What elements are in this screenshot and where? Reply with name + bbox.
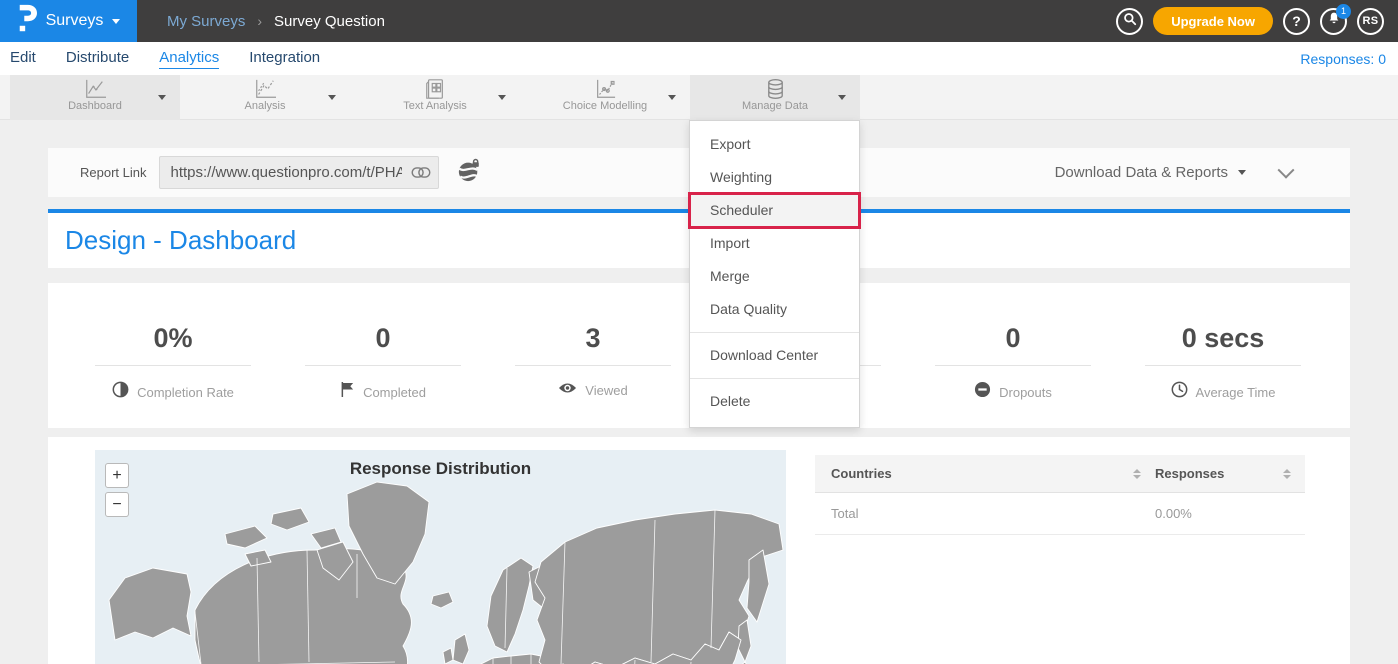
account-avatar[interactable]: RS: [1357, 8, 1384, 35]
menu-item-import[interactable]: Import: [690, 227, 859, 260]
flag-icon: [340, 381, 355, 403]
question-mark-icon: ?: [1292, 13, 1301, 29]
responses-count: Responses: 0: [1300, 51, 1386, 67]
menu-item-merge[interactable]: Merge: [690, 260, 859, 293]
report-link-label: Report Link: [80, 165, 146, 180]
chevron-down-icon: [1238, 170, 1246, 175]
menu-item-delete[interactable]: Delete: [690, 385, 859, 418]
tab-dashboard[interactable]: Dashboard: [10, 75, 180, 120]
stat-completion-rate: 0% Completion Rate: [68, 283, 278, 428]
chevron-down-icon: [112, 19, 120, 24]
map-zoom-in-button[interactable]: +: [105, 463, 129, 488]
header-actions: Upgrade Now ? 1 RS: [1116, 7, 1398, 35]
menu-divider: [690, 378, 859, 379]
tab-text-analysis[interactable]: Text Analysis: [350, 75, 520, 120]
manage-data-dropdown: Export Weighting Scheduler Import Merge …: [689, 120, 860, 428]
top-header: Surveys My Surveys › Survey Question Upg…: [0, 0, 1398, 42]
link-icon[interactable]: [411, 166, 431, 184]
chevron-down-icon[interactable]: [158, 95, 166, 100]
nav-item-edit[interactable]: Edit: [10, 49, 36, 68]
nav-item-integration[interactable]: Integration: [249, 49, 320, 68]
response-distribution-map[interactable]: Response Distribution + −: [95, 450, 786, 664]
column-header-countries[interactable]: Countries: [815, 466, 1155, 481]
tab-choice-modelling[interactable]: Choice Modelling: [520, 75, 690, 120]
globe-lock-icon[interactable]: [457, 158, 481, 188]
menu-item-weighting[interactable]: Weighting: [690, 161, 859, 194]
choice-chart-icon: [520, 78, 690, 101]
report-link-input[interactable]: [159, 156, 439, 189]
stat-dropouts: 0 Dropouts: [908, 283, 1118, 428]
download-data-reports-menu[interactable]: Download Data & Reports: [1055, 164, 1246, 181]
notification-count-badge: 1: [1336, 4, 1351, 19]
breadcrumb: My Surveys › Survey Question: [167, 13, 385, 30]
search-button[interactable]: [1116, 8, 1143, 35]
nav-item-distribute[interactable]: Distribute: [66, 49, 129, 68]
column-header-responses[interactable]: Responses: [1155, 466, 1305, 481]
world-map[interactable]: [95, 450, 786, 664]
menu-item-export[interactable]: Export: [690, 128, 859, 161]
questionpro-logo-icon: [17, 4, 37, 38]
tab-manage-data[interactable]: Manage Data: [690, 75, 860, 120]
map-title: Response Distribution: [95, 459, 786, 479]
table-row: Total 0.00%: [815, 493, 1305, 535]
collapse-chevron-icon[interactable]: [1278, 161, 1295, 178]
sort-icon[interactable]: [1283, 469, 1291, 479]
menu-divider: [690, 332, 859, 333]
stat-viewed: 3 Viewed: [488, 283, 698, 428]
download-group: Download Data & Reports: [1055, 164, 1350, 181]
breadcrumb-my-surveys[interactable]: My Surveys: [167, 13, 245, 30]
table-header: Countries Responses: [815, 455, 1305, 493]
database-icon: [690, 78, 860, 101]
analysis-chart-icon: [180, 78, 350, 101]
survey-nav: Edit Distribute Analytics Integration Re…: [0, 42, 1398, 75]
minus-circle-icon: [974, 381, 991, 403]
text-document-icon: [350, 78, 520, 101]
avatar-initials: RS: [1363, 15, 1379, 27]
row-country-cell: Total: [815, 506, 1155, 521]
row-responses-cell: 0.00%: [1155, 506, 1305, 521]
eye-icon: [558, 381, 577, 400]
analytics-toolbar: Dashboard Analysis Text Analysis: [0, 75, 1398, 120]
line-chart-icon: [10, 78, 180, 101]
stat-completed: 0 Completed: [278, 283, 488, 428]
help-button[interactable]: ?: [1283, 8, 1310, 35]
content-card: Response Distribution + −: [48, 437, 1350, 664]
chevron-down-icon[interactable]: [498, 95, 506, 100]
page-title: Design - Dashboard: [65, 225, 296, 256]
menu-item-scheduler[interactable]: Scheduler: [690, 194, 859, 227]
half-pie-icon: [112, 381, 129, 403]
upgrade-now-button[interactable]: Upgrade Now: [1153, 7, 1273, 35]
map-zoom-out-button[interactable]: −: [105, 492, 129, 517]
chevron-down-icon[interactable]: [838, 95, 846, 100]
countries-table: Countries Responses Total 0.00%: [815, 455, 1305, 535]
menu-item-download-center[interactable]: Download Center: [690, 339, 859, 372]
notifications-button[interactable]: 1: [1320, 8, 1347, 35]
app-root: Surveys My Surveys › Survey Question Upg…: [0, 0, 1398, 664]
clock-icon: [1171, 381, 1188, 403]
surveys-product-menu[interactable]: Surveys: [0, 0, 137, 42]
breadcrumb-current: Survey Question: [274, 13, 385, 30]
chevron-down-icon[interactable]: [328, 95, 336, 100]
tab-analysis[interactable]: Analysis: [180, 75, 350, 120]
breadcrumb-separator: ›: [257, 13, 262, 29]
stat-average-time: 0 secs Average Time: [1118, 283, 1328, 428]
product-label: Surveys: [46, 12, 104, 30]
nav-item-analytics[interactable]: Analytics: [159, 49, 219, 69]
menu-item-data-quality[interactable]: Data Quality: [690, 293, 859, 326]
search-icon: [1123, 12, 1137, 31]
sort-icon[interactable]: [1133, 469, 1141, 479]
chevron-down-icon[interactable]: [668, 95, 676, 100]
